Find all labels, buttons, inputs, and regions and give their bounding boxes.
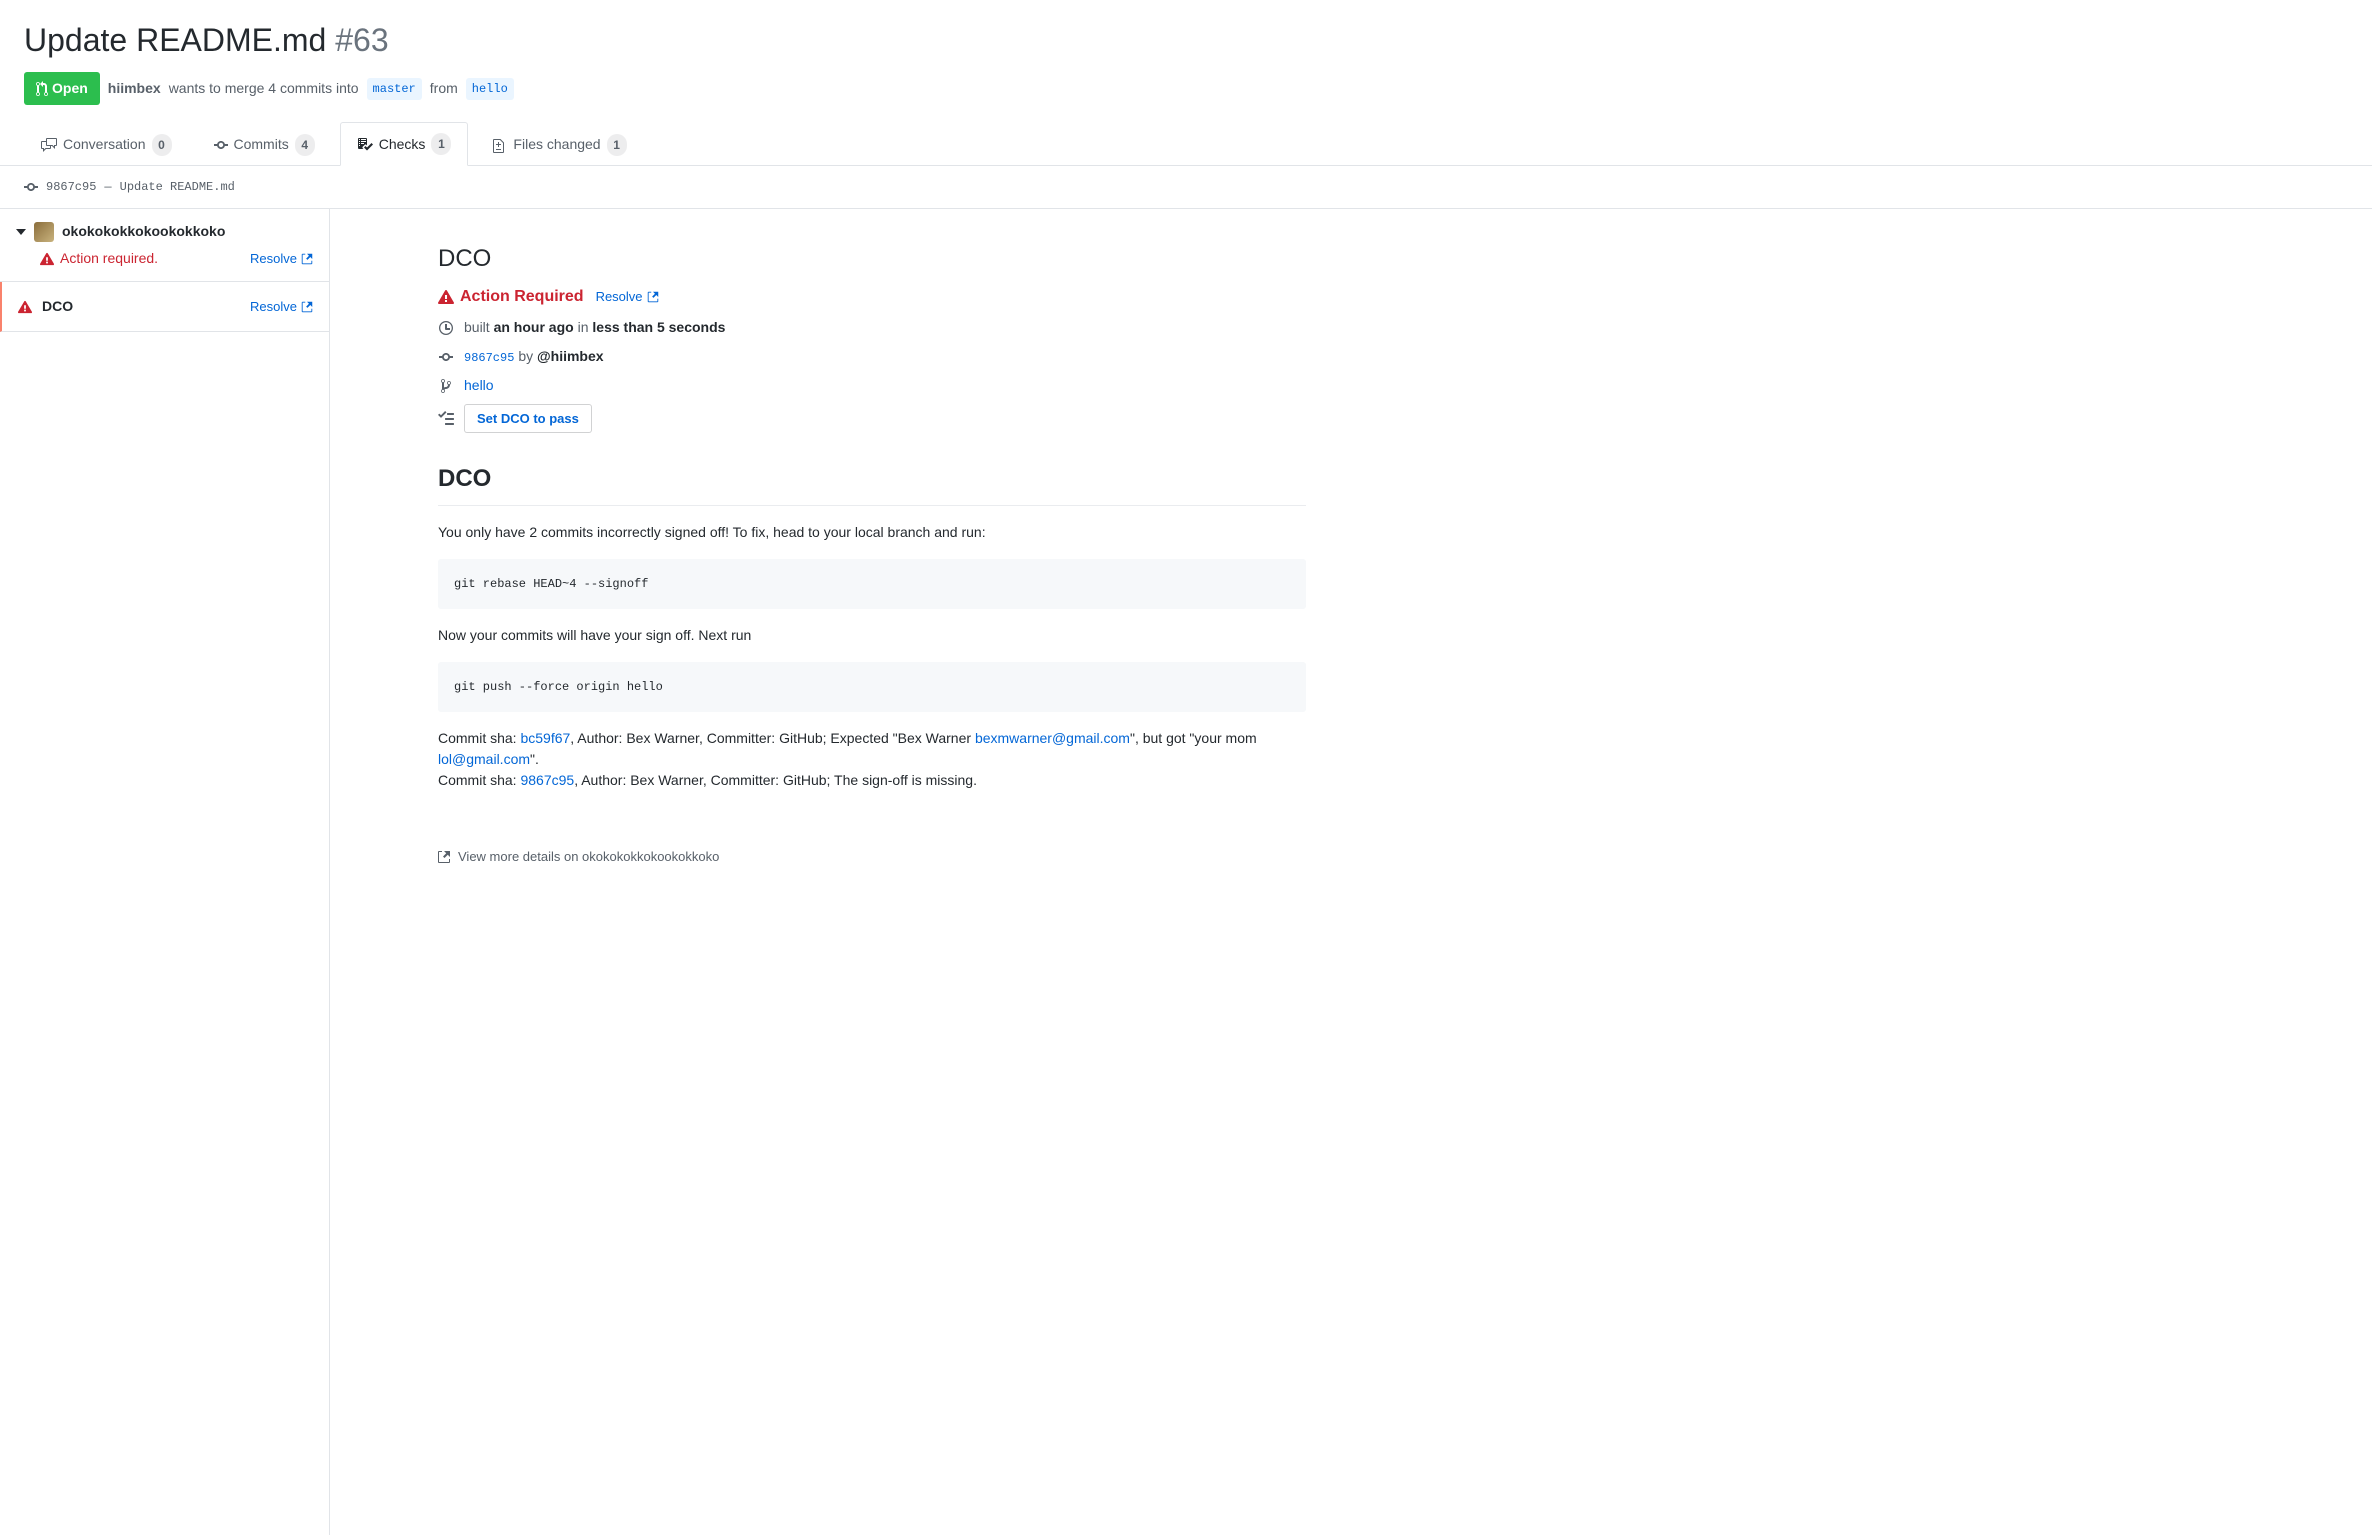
detail-1-mid: , Author: Bex Warner, Committer: GitHub;… (570, 730, 975, 746)
sidebar-app-resolve[interactable]: Resolve (250, 249, 313, 269)
detail-2-sha[interactable]: 9867c95 (520, 772, 574, 788)
summary-branch: hello (438, 375, 1306, 396)
code-block-1: git rebase HEAD~4 --signoff (438, 559, 1306, 609)
meta-from: from (430, 78, 458, 99)
tab-files-changed[interactable]: Files changed 1 (476, 122, 643, 166)
summary-commit: 9867c95 by @hiimbex (438, 346, 1306, 367)
alert-icon (40, 252, 54, 266)
view-more-text: View more details on okokokokkokookokkok… (458, 847, 719, 867)
sidebar-app: okokokokkokookokkoko Action required. Re… (0, 209, 329, 282)
tab-commits-count: 4 (295, 134, 315, 156)
external-link-icon (438, 849, 450, 865)
tab-files-label: Files changed (513, 134, 600, 155)
detail-1-prefix: Commit sha: (438, 730, 520, 746)
tasks-icon (438, 411, 454, 427)
detail-1-email1[interactable]: bexmwarner@gmail.com (975, 730, 1130, 746)
checks-icon (357, 136, 373, 152)
code-block-2: git push --force origin hello (438, 662, 1306, 712)
commit-icon (439, 349, 453, 365)
detail-2-prefix: Commit sha: (438, 772, 520, 788)
commit-message: Update README.md (120, 178, 235, 196)
pr-meta: Open hiimbex wants to merge 4 commits in… (24, 72, 2348, 105)
summary-actions: Set DCO to pass (438, 404, 1306, 433)
app-name: okokokokkokookokkoko (62, 221, 225, 242)
view-more-link[interactable]: View more details on okokokokkokookokkok… (438, 847, 719, 867)
pr-title-text: Update README.md (24, 22, 326, 58)
tab-checks[interactable]: Checks 1 (340, 122, 469, 166)
checks-layout: okokokokkokookokkoko Action required. Re… (0, 209, 2372, 1535)
app-status-text: Action required. (60, 248, 158, 269)
sidebar-app-status: Action required. Resolve (40, 248, 313, 269)
sidebar-app-header[interactable]: okokokokkokookokkoko (16, 221, 313, 242)
tab-checks-label: Checks (379, 134, 426, 155)
clock-icon (439, 320, 453, 336)
tab-files-count: 1 (607, 134, 627, 156)
meta-text: wants to merge 4 commits into (169, 78, 359, 99)
summary-built: built an hour ago in less than 5 seconds (438, 317, 1306, 338)
sidebar-check-resolve[interactable]: Resolve (250, 297, 313, 317)
summary-commit-sha[interactable]: 9867c95 (464, 351, 514, 365)
sidebar-check-dco[interactable]: DCO Resolve (0, 282, 329, 332)
commit-icon (214, 137, 228, 153)
alert-icon (18, 300, 32, 314)
tab-conversation[interactable]: Conversation 0 (24, 122, 189, 166)
summary-branch-link[interactable]: hello (464, 375, 494, 396)
check-title: DCO (438, 241, 1306, 277)
resolve-label: Resolve (250, 297, 297, 317)
by: by (518, 348, 533, 364)
detail-1-email2[interactable]: lol@gmail.com (438, 751, 530, 767)
state-text: Open (52, 78, 88, 99)
external-link-icon (301, 252, 313, 266)
head-branch[interactable]: hello (466, 78, 514, 100)
pr-header: Update README.md #63 Open hiimbex wants … (0, 0, 2372, 105)
built-prefix: built (464, 319, 490, 335)
commit-icon (24, 179, 38, 195)
tab-commits[interactable]: Commits 4 (197, 122, 332, 166)
checks-sidebar: okokokokkokookokkoko Action required. Re… (0, 209, 330, 1535)
alert-icon (438, 289, 454, 305)
base-branch[interactable]: master (367, 78, 422, 100)
check-status: Action Required (438, 285, 584, 309)
commit-ref-line: 9867c95 — Update README.md (0, 166, 2372, 209)
check-status-text: Action Required (460, 285, 584, 309)
check-detail-pane: DCO Action Required Resolve built an hou… (330, 209, 1330, 1535)
built-duration: less than 5 seconds (592, 319, 725, 335)
external-link-icon (301, 300, 313, 314)
detail-1-end: ". (530, 751, 539, 767)
pull-request-icon (36, 81, 48, 97)
state-badge-open: Open (24, 72, 100, 105)
commit-details: Commit sha: bc59f67, Author: Bex Warner,… (438, 728, 1306, 791)
diff-icon (493, 137, 507, 153)
detail-1-mid2: ", but got "your mom (1130, 730, 1257, 746)
check-resolve-link[interactable]: Resolve (596, 287, 659, 307)
detail-2-end: , Author: Bex Warner, Committer: GitHub;… (574, 772, 977, 788)
body-text-1: You only have 2 commits incorrectly sign… (438, 522, 1306, 543)
set-dco-pass-button[interactable]: Set DCO to pass (464, 404, 592, 433)
resolve-label: Resolve (596, 287, 643, 307)
pr-title: Update README.md #63 (24, 16, 2348, 64)
detail-1-sha[interactable]: bc59f67 (520, 730, 570, 746)
commit-dash: — (104, 178, 111, 196)
tab-conversation-count: 0 (152, 134, 172, 156)
commit-sha[interactable]: 9867c95 (46, 178, 96, 196)
conversation-icon (41, 137, 57, 153)
branch-icon (441, 378, 451, 394)
check-name: DCO (42, 296, 73, 317)
external-link-icon (647, 290, 659, 304)
tab-checks-count: 1 (431, 133, 451, 155)
pr-number: #63 (335, 22, 388, 58)
section-heading: DCO (438, 461, 1306, 506)
built-in: in (578, 319, 589, 335)
author-link[interactable]: hiimbex (108, 78, 161, 99)
tab-conversation-label: Conversation (63, 134, 146, 155)
chevron-down-icon (16, 229, 26, 235)
tab-commits-label: Commits (234, 134, 289, 155)
app-avatar (34, 222, 54, 242)
body-text-2: Now your commits will have your sign off… (438, 625, 1306, 646)
pr-tabs: Conversation 0 Commits 4 Checks 1 Files … (0, 121, 2372, 166)
built-time: an hour ago (494, 319, 574, 335)
summary-author[interactable]: @hiimbex (537, 348, 604, 364)
resolve-label: Resolve (250, 249, 297, 269)
